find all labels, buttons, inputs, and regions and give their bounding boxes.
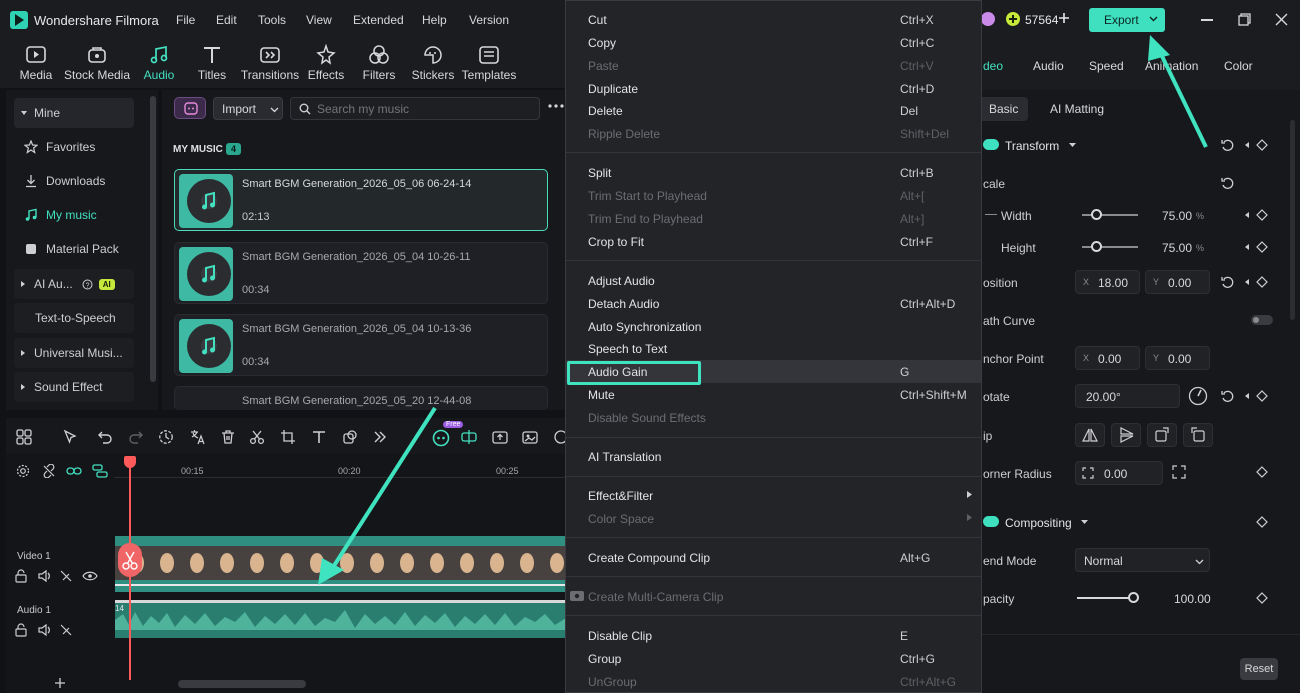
annotation-arrows	[318, 35, 1208, 585]
